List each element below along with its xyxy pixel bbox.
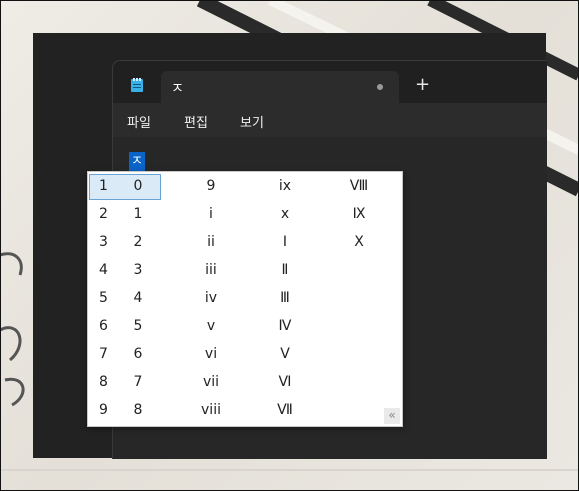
candidate[interactable]: i [191,206,231,222]
candidate[interactable]: 3 [118,262,158,278]
composing-character: ㅈ [129,152,145,171]
candidate-number: 9 [99,402,108,418]
candidate[interactable]: iv [191,290,231,306]
candidate[interactable]: Ⅵ [265,374,305,390]
expand-candidates-button[interactable]: « [384,408,400,424]
notepad-icon [129,77,145,93]
menu-view[interactable]: 보기 [240,112,264,131]
candidate-number: 8 [99,374,108,390]
candidate-number: 3 [99,234,108,250]
candidate-row[interactable]: 3 2 ii Ⅰ Ⅹ [88,228,402,256]
candidate[interactable]: Ⅷ [339,178,379,194]
candidate[interactable]: 7 [118,374,158,390]
candidate-row[interactable]: 4 3 iii Ⅱ [88,256,402,284]
menu-edit[interactable]: 편집 [184,112,208,131]
candidate-number: 1 [99,178,108,194]
candidate[interactable]: Ⅸ [339,206,379,222]
candidate[interactable]: v [191,318,231,334]
menu-file[interactable]: 파일 [127,112,151,131]
candidate-row[interactable]: 9 8 viii Ⅶ [88,396,402,424]
candidate[interactable]: 9 [191,178,231,194]
candidate-row[interactable]: 1 0 9 ix Ⅷ [88,172,402,200]
candidate-number: 4 [99,262,108,278]
candidate[interactable]: vi [191,346,231,362]
unsaved-dot-icon[interactable] [377,84,383,90]
candidate-row[interactable]: 2 1 i x Ⅸ [88,200,402,228]
candidate-row[interactable]: 8 7 vii Ⅵ [88,368,402,396]
candidate[interactable]: 4 [118,290,158,306]
candidate-row[interactable]: 6 5 v Ⅳ [88,312,402,340]
candidate[interactable]: Ⅹ [339,234,379,250]
menu-bar: 파일 편집 보기 [113,103,547,137]
title-bar: ㅈ + [113,61,547,103]
document-tab[interactable]: ㅈ [161,71,399,103]
candidate[interactable]: Ⅲ [265,290,305,306]
candidate-row[interactable]: 5 4 iv Ⅲ [88,284,402,312]
candidate[interactable]: 8 [118,402,158,418]
candidate-number: 2 [99,206,108,222]
candidate[interactable]: ii [191,234,231,250]
ime-candidate-window: 1 0 9 ix Ⅷ 2 1 i x Ⅸ 3 2 ii Ⅰ Ⅹ 4 3 iii … [87,171,403,427]
candidate[interactable]: 6 [118,346,158,362]
candidate[interactable]: ix [265,178,305,194]
candidate-number: 5 [99,290,108,306]
candidate-number: 7 [99,346,108,362]
candidate[interactable]: 1 [118,206,158,222]
candidate[interactable]: 5 [118,318,158,334]
candidate[interactable]: Ⅳ [265,318,305,334]
candidate[interactable]: Ⅶ [265,402,305,418]
candidate[interactable]: viii [191,402,231,418]
candidate[interactable]: iii [191,262,231,278]
candidate[interactable]: 0 [118,178,158,194]
tab-title: ㅈ [171,81,184,97]
candidate[interactable]: 2 [118,234,158,250]
new-tab-button[interactable]: + [415,76,430,94]
candidate-row[interactable]: 7 6 vi Ⅴ [88,340,402,368]
candidate-number: 6 [99,318,108,334]
candidate[interactable]: vii [191,374,231,390]
candidate[interactable]: Ⅱ [265,262,305,278]
candidate[interactable]: x [265,206,305,222]
candidate[interactable]: Ⅴ [265,346,305,362]
candidate[interactable]: Ⅰ [265,234,305,250]
